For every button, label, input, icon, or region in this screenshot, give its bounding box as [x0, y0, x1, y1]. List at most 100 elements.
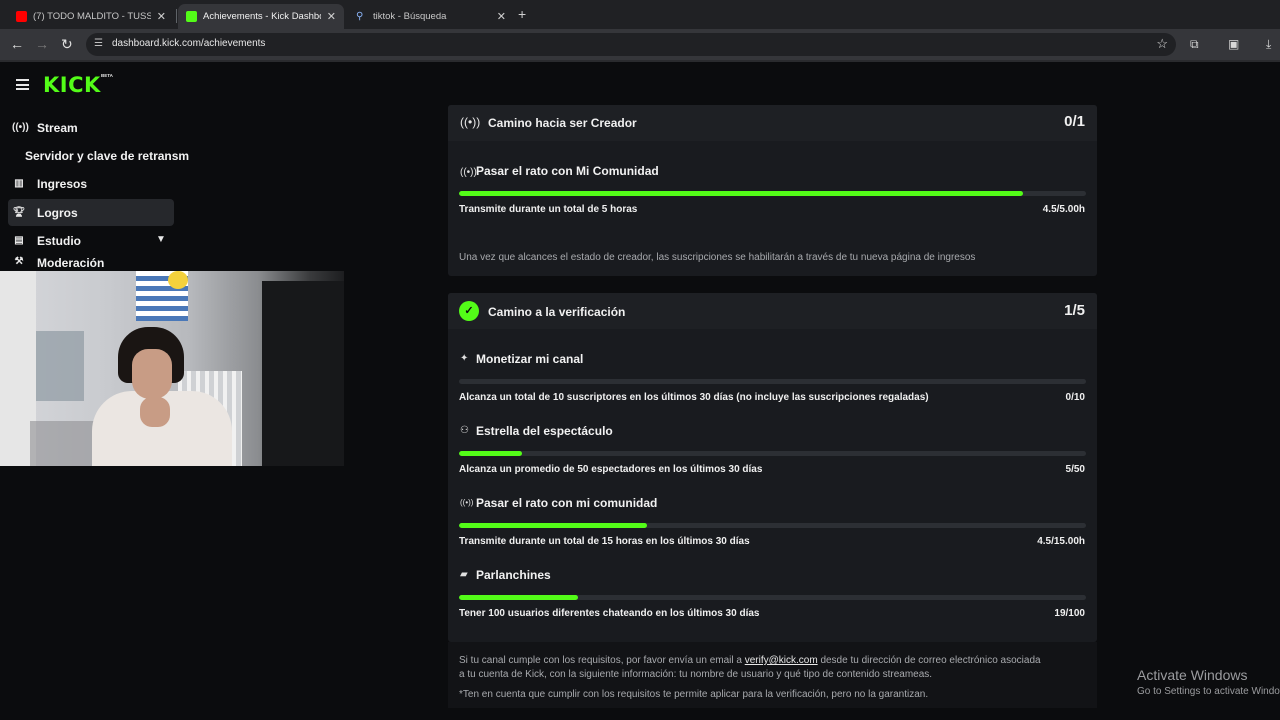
chart-icon: ▥: [14, 178, 24, 189]
browser-toolbar: ← → ↻ ☰ dashboard.kick.com/achievements …: [0, 29, 1280, 60]
forward-icon[interactable]: →: [35, 36, 49, 52]
card-progress-count: 1/5: [1064, 302, 1085, 319]
search-favicon-icon: ⚲: [356, 11, 364, 22]
tab-tiktok-search[interactable]: ⚲ tiktok - Búsqueda ✕: [348, 4, 514, 29]
sidebar-item-label: Estudio: [37, 233, 81, 248]
sidebar-item-label: Logros: [37, 205, 78, 220]
chevron-down-icon[interactable]: ▼: [156, 234, 166, 245]
broadcast-icon: ((•)): [460, 498, 474, 507]
verify-email-link[interactable]: verify@kick.com: [745, 655, 818, 666]
kick-logo[interactable]: KICK: [43, 73, 101, 97]
close-tab-icon[interactable]: ✕: [327, 10, 336, 23]
sidebar-item-label: Moderación: [37, 256, 105, 269]
users-icon: ⚇: [460, 425, 469, 436]
achievement-progress-bar: [459, 379, 1086, 384]
film-icon: ▤: [14, 235, 24, 246]
card-title: Camino a la verificación: [488, 305, 626, 319]
hammer-icon: ⚒: [14, 256, 24, 267]
kick-favicon-icon: [186, 11, 197, 22]
achievement-value: 0/10: [1065, 392, 1085, 403]
note-text: desde tu dirección de correo electrónico…: [820, 655, 1041, 666]
broadcast-icon: ((•)): [460, 115, 481, 129]
progress-fill: [459, 595, 579, 600]
achievement-requirement: Alcanza un total de 10 suscriptores en l…: [459, 392, 929, 403]
achievement-requirement: Alcanza un promedio de 50 espectadores e…: [459, 464, 763, 475]
bookmark-star-icon[interactable]: ☆: [1156, 36, 1168, 52]
url-text[interactable]: dashboard.kick.com/achievements: [112, 38, 265, 49]
webcam-floor-items: [30, 421, 100, 466]
tab-separator: [176, 9, 177, 23]
achievement-progress-bar: [459, 595, 1086, 600]
webcam-gaming-chair: [262, 281, 344, 466]
youtube-favicon-icon: [16, 11, 27, 22]
webcam-flag-sun: [168, 271, 188, 289]
tab-title: tiktok - Búsqueda: [373, 11, 447, 22]
creator-path-card: ((•)) Camino hacia ser Creador 0/1 ((•))…: [448, 105, 1097, 276]
verification-path-card: ✓ Camino a la verificación 1/5 ✦ Monetiz…: [448, 293, 1097, 642]
trophy-icon: 🏆︎: [12, 207, 26, 218]
tab-youtube[interactable]: (7) TODO MALDITO - TUSSIWA ✕: [8, 4, 174, 29]
tab-title: (7) TODO MALDITO - TUSSIWA: [33, 11, 151, 22]
back-icon[interactable]: ←: [10, 36, 24, 52]
verified-badge-icon: ✓: [459, 301, 479, 321]
chat-icon: ▰: [460, 569, 468, 580]
address-bar[interactable]: ☰ dashboard.kick.com/achievements ☆: [86, 33, 1176, 56]
extensions-icon[interactable]: ⧉: [1190, 37, 1199, 52]
sidebar-item-ingresos[interactable]: ▥ Ingresos: [8, 170, 174, 197]
sidebar-item-stream-key[interactable]: Servidor y clave de retransm: [25, 149, 189, 163]
achievement-title: Estrella del espectáculo: [476, 424, 613, 438]
progress-fill: [459, 451, 522, 456]
verification-footer: Si tu canal cumple con los requisitos, p…: [448, 642, 1097, 708]
achievement-progress-bar: [459, 451, 1086, 456]
sparkle-icon: ✦: [460, 353, 469, 364]
sidebar-item-estudio[interactable]: ▤ Estudio: [8, 227, 174, 254]
card-title: Camino hacia ser Creador: [488, 116, 637, 130]
achievement-value: 5/50: [1065, 464, 1085, 475]
webcam-shelf: [36, 331, 84, 401]
broadcast-icon: ((•)): [460, 167, 477, 178]
achievement-value: 4.5/15.00h: [1037, 536, 1085, 547]
webcam-person-hands: [140, 397, 170, 427]
card-progress-count: 0/1: [1064, 113, 1085, 130]
activate-windows-subtitle: Go to Settings to activate Windows.: [1137, 686, 1280, 697]
sidebar-panel-icon[interactable]: ▣: [1228, 37, 1239, 51]
close-tab-icon[interactable]: ✕: [497, 10, 506, 23]
close-tab-icon[interactable]: ✕: [157, 10, 166, 23]
sidebar-item-label: Stream: [37, 120, 78, 135]
achievement-requirement: Transmite durante un total de 15 horas e…: [459, 536, 750, 547]
achievement-title: Parlanchines: [476, 568, 551, 582]
progress-fill: [459, 191, 1024, 196]
broadcast-icon: ((•)): [12, 122, 29, 133]
tab-kick-dashboard[interactable]: Achievements - Kick Dashboard ✕: [178, 4, 344, 29]
webcam-person-face: [132, 349, 172, 399]
tab-title: Achievements - Kick Dashboard: [203, 11, 321, 22]
browser-tabstrip: (7) TODO MALDITO - TUSSIWA ✕ Achievement…: [0, 0, 1280, 29]
sidebar-item-logros[interactable]: 🏆︎ Logros: [8, 199, 174, 226]
achievement-title: Pasar el rato con mi comunidad: [476, 496, 658, 510]
verification-disclaimer: *Ten en cuenta que cumplir con los requi…: [459, 689, 929, 700]
achievement-progress-bar: [459, 191, 1086, 196]
sidebar-item-label: Ingresos: [37, 176, 88, 191]
achievement-progress-bar: [459, 523, 1086, 528]
sidebar-item-stream[interactable]: ((•)) Stream: [8, 114, 174, 141]
webcam-overlay: [0, 271, 344, 466]
progress-fill: [459, 523, 648, 528]
download-icon[interactable]: ⤓: [1266, 37, 1271, 52]
beta-badge: BETA: [101, 73, 113, 78]
achievement-requirement: Tener 100 usuarios diferentes chateando …: [459, 608, 760, 619]
verification-note-line1: Si tu canal cumple con los requisitos, p…: [459, 654, 1041, 668]
verification-note-line2: a tu cuenta de Kick, con la siguiente in…: [459, 669, 933, 680]
site-info-icon[interactable]: ☰: [94, 38, 106, 50]
note-text: Si tu canal cumple con los requisitos, p…: [459, 655, 742, 666]
reload-icon[interactable]: ↻: [61, 36, 73, 52]
achievement-value: 19/100: [1054, 608, 1085, 619]
achievement-title: Monetizar mi canal: [476, 352, 584, 366]
achievement-title: Pasar el rato con Mi Comunidad: [476, 164, 659, 178]
achievement-requirement: Transmite durante un total de 5 horas: [459, 204, 638, 215]
new-tab-button[interactable]: +: [518, 6, 526, 22]
sidebar-item-moderacion[interactable]: ⚒ Moderación: [8, 256, 174, 269]
creator-note: Una vez que alcances el estado de creado…: [459, 252, 976, 263]
menu-icon[interactable]: [16, 79, 29, 90]
achievement-value: 4.5/5.00h: [1042, 204, 1085, 215]
dashboard-page: KICK BETA ((•)) Stream Servidor y clave …: [0, 62, 1280, 708]
